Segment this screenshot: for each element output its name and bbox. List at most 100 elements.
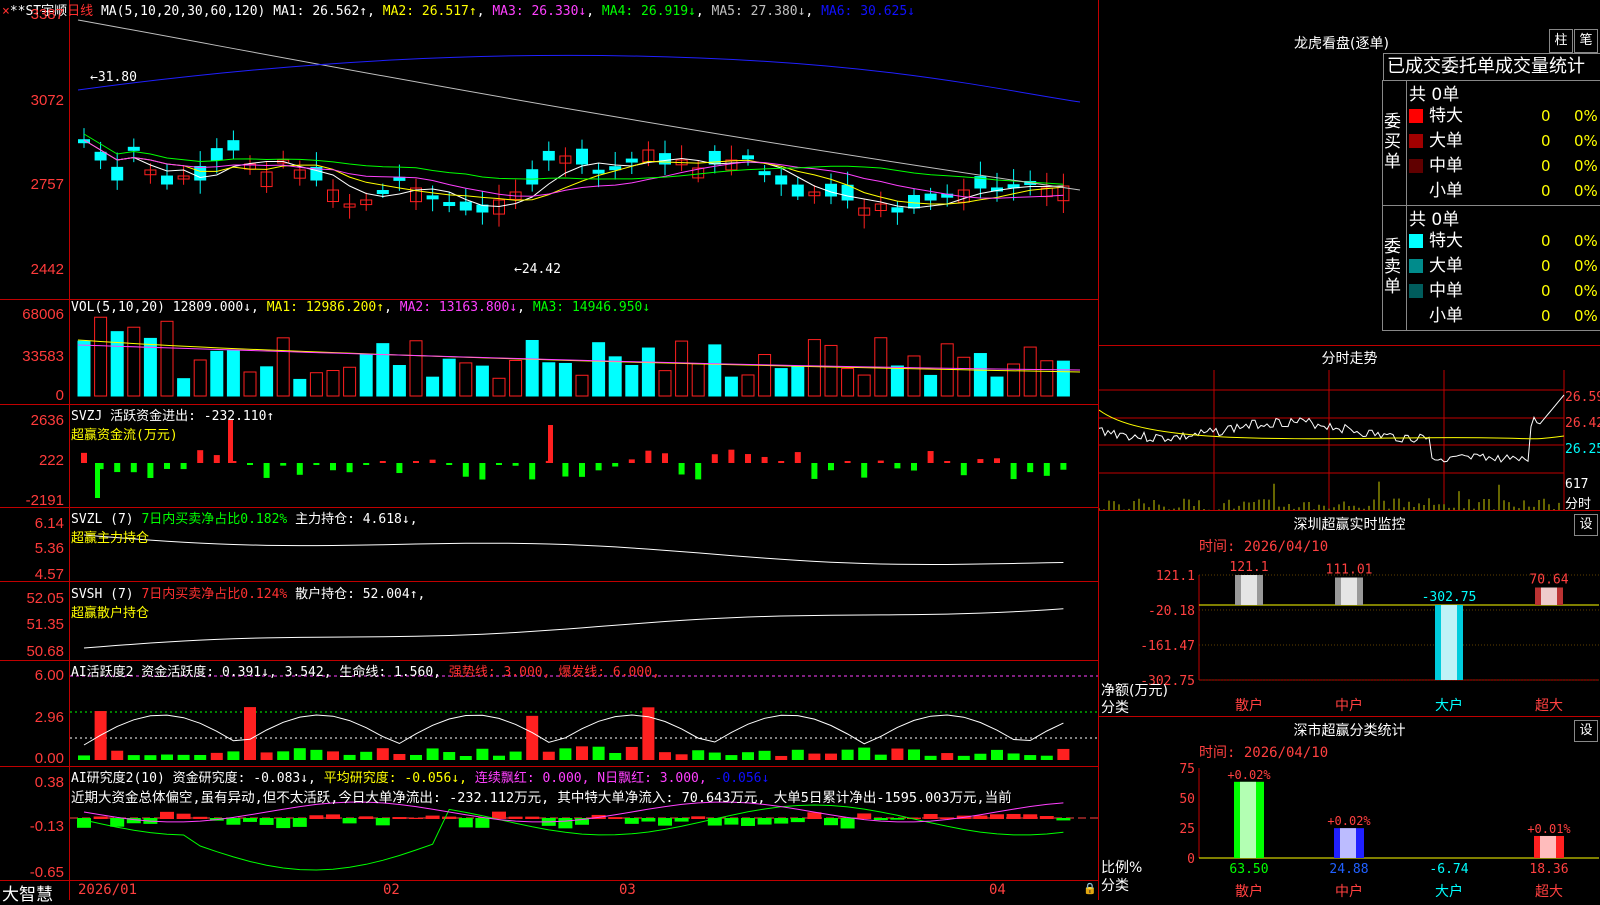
ai1-tick: 0.00 (34, 750, 64, 767)
research-bar (226, 818, 241, 825)
flow-bar (811, 463, 818, 479)
flow-bar (794, 452, 801, 463)
activity-bar (310, 749, 323, 760)
order-row-label: 中单 (1429, 281, 1463, 301)
divider (1099, 345, 1600, 346)
research-bar (857, 813, 872, 819)
research-bar (458, 818, 473, 828)
order-row-count: 0 (1541, 132, 1551, 150)
sz-category-settings-button[interactable]: 设 (1574, 720, 1598, 742)
bar-mode-button[interactable]: 柱 (1549, 29, 1573, 53)
flow-bar (645, 450, 652, 463)
flow-bar (745, 454, 751, 463)
flow-bar (977, 459, 984, 463)
flow-bar (296, 463, 303, 475)
candle-body (742, 155, 754, 160)
bar-category-label: 散户 (1235, 883, 1263, 900)
volume-bar (924, 374, 938, 397)
flow-bar (728, 449, 735, 463)
research-bar (608, 817, 623, 819)
ma6-value: MA6: 30.625↓ (821, 4, 915, 19)
flow-bar (363, 463, 370, 465)
activity-bar (177, 754, 190, 760)
flow-bar (1027, 463, 1034, 473)
research-bar (1006, 813, 1021, 819)
order-row-count: 0 (1541, 107, 1551, 125)
activity-bar (675, 754, 688, 760)
category-bar-highlight (1241, 575, 1257, 605)
order-row-小单: 小单 0 0% (1409, 179, 1600, 203)
bar-category-label: 散户 (1235, 697, 1263, 714)
flow-bar (894, 463, 901, 469)
activity-bar (791, 749, 804, 760)
flow-bar (678, 463, 685, 475)
vol-ma1: MA1: 12986.200↑ (266, 300, 385, 315)
ma6-line (77, 54, 1081, 103)
tab-order-stats[interactable]: 已成交委托单成交量统计 (1383, 53, 1600, 81)
flow-bar (1060, 463, 1067, 470)
flow-bar (130, 463, 137, 473)
sz-monitor-xlabel: 分类 (1101, 700, 1129, 716)
volume-bar (758, 354, 772, 397)
intraday-chart[interactable] (1099, 370, 1600, 510)
activity-bar (1007, 753, 1020, 760)
research-bar (840, 818, 855, 829)
bar-category-label: 大户 (1435, 883, 1463, 900)
candle-body (393, 176, 406, 181)
flow-bar (413, 461, 419, 463)
flow-bar (164, 463, 170, 469)
volume-bar (343, 366, 357, 397)
candle-body (426, 195, 439, 200)
flow-bar (114, 463, 121, 473)
research-bar (757, 818, 772, 825)
svzj-tick: 222 (38, 452, 64, 469)
kline-chart-canvas[interactable] (0, 0, 1098, 900)
app-logo: 大智慧 (2, 885, 53, 905)
flow-bar (1043, 463, 1050, 476)
flow-bar (147, 463, 154, 478)
volume-bar (741, 374, 755, 397)
period-label[interactable]: 日线 (67, 4, 93, 19)
activity-bar (459, 755, 472, 760)
flow-bar (247, 463, 253, 465)
ai1-pane-header: AI活跃度2 资金活跃度: 0.391↓, 3.542, 生命线: 1.560,… (71, 661, 660, 680)
bar-value-label: -302.75 (1422, 590, 1477, 605)
activity-bar (293, 748, 306, 760)
research-bar (160, 811, 174, 819)
research-line (83, 804, 1064, 871)
research-bar (923, 813, 938, 819)
order-row-label: 大单 (1429, 131, 1463, 151)
research-bar (824, 818, 838, 826)
flow-bar (761, 456, 768, 463)
bar-delta-label: +0.02% (1227, 768, 1271, 782)
divider (1099, 510, 1600, 511)
flow-bar (877, 460, 884, 463)
candle-body (161, 175, 173, 185)
order-row-count: 0 (1541, 157, 1551, 175)
research-bar (425, 815, 440, 819)
activity-bar (542, 751, 555, 760)
bar-value-label: -6.74 (1429, 862, 1468, 877)
flow-bar (479, 463, 486, 480)
activity-bar (244, 707, 256, 760)
research-bar (774, 818, 789, 824)
flow-bar (960, 463, 967, 476)
volume-bar (542, 362, 556, 397)
activity-bar (509, 751, 522, 760)
research-bar (1023, 814, 1038, 819)
activity-bar (609, 752, 622, 760)
lock-icon[interactable]: 🔒 (1083, 882, 1097, 895)
ai2-b: 平均研究度: -0.056↓, (323, 771, 467, 786)
activity-bar (194, 754, 207, 760)
flow-bar (994, 458, 1000, 463)
sz-monitor-settings-button[interactable]: 设 (1574, 514, 1598, 536)
date-tick: 03 (619, 882, 636, 898)
flow-bar (612, 463, 619, 467)
order-row-pct: 0% (1574, 257, 1598, 275)
tick-mode-button[interactable]: 笔 (1574, 29, 1598, 53)
order-row-count: 0 (1541, 257, 1551, 275)
flow-bar (828, 463, 834, 471)
svzl-a: SVZL (7) (71, 512, 134, 527)
activity-bar (144, 755, 157, 760)
intraday-vol-tick: 617 (1565, 477, 1589, 492)
